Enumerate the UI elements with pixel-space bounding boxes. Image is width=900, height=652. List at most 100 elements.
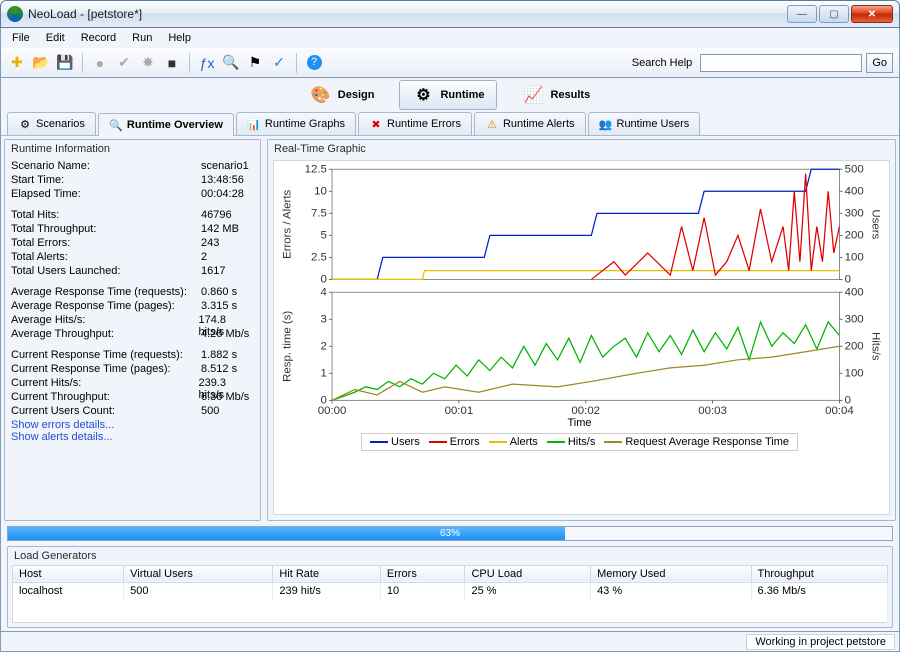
help-icon[interactable]: ?	[304, 53, 324, 73]
tab-runtime-errors[interactable]: ✖Runtime Errors	[358, 112, 472, 135]
tab-label: Runtime Overview	[127, 119, 223, 131]
info-row: Average Response Time (pages):3.315 s	[11, 300, 254, 314]
svg-text:0: 0	[845, 274, 851, 286]
info-row: Scenario Name:scenario1	[11, 160, 254, 174]
chart-panel: Real-Time Graphic 02.557.51012.501002003…	[267, 139, 896, 521]
users-icon: 👥	[599, 117, 613, 131]
section-label: Design	[338, 89, 375, 101]
statusbar: Working in project petstore	[0, 632, 900, 652]
column-header[interactable]: Memory Used	[591, 565, 751, 582]
svg-text:00:03: 00:03	[698, 405, 727, 417]
titlebar: NeoLoad - [petstore*] — ▢ ✕	[0, 0, 900, 28]
check-icon[interactable]: ✔	[114, 53, 134, 73]
status-text: Working in project petstore	[746, 634, 895, 650]
load-generators-panel: Load Generators HostVirtual UsersHit Rat…	[7, 546, 893, 629]
show-errors-link[interactable]: Show errors details...	[11, 419, 254, 431]
tab-runtime-overview[interactable]: 🔍 Runtime Overview	[98, 113, 234, 136]
column-header[interactable]: Throughput	[751, 565, 887, 582]
menu-run[interactable]: Run	[125, 30, 159, 46]
overview-icon: 🔍	[109, 118, 123, 132]
section-runtime[interactable]: ⚙ Runtime	[399, 80, 497, 110]
column-header[interactable]: Errors	[380, 565, 465, 582]
info-row: Total Users Launched:1617	[11, 265, 254, 279]
info-label: Current Response Time (pages):	[11, 363, 201, 377]
maximize-button[interactable]: ▢	[819, 5, 849, 23]
info-row: Average Hits/s:174.8 hits/s	[11, 314, 254, 328]
info-row: Start Time:13:48:56	[11, 174, 254, 188]
close-button[interactable]: ✕	[851, 5, 893, 23]
section-bar: 🎨 Design ⚙ Runtime 📈 Results	[1, 78, 899, 112]
info-value: 3.315 s	[201, 300, 237, 314]
window-buttons: — ▢ ✕	[787, 5, 893, 23]
menu-help[interactable]: Help	[161, 30, 198, 46]
svg-text:00:01: 00:01	[445, 405, 474, 417]
info-label: Start Time:	[11, 174, 201, 188]
svg-text:5: 5	[321, 229, 327, 241]
legend-item: Alerts	[489, 436, 538, 448]
tab-label: Runtime Users	[617, 118, 690, 130]
panel-title: Load Generators	[8, 547, 892, 565]
x-axis-label: Time	[278, 417, 881, 429]
tab-label: Runtime Errors	[387, 118, 461, 130]
tab-scenarios[interactable]: ⚙Scenarios	[7, 112, 96, 135]
section-results[interactable]: 📈 Results	[509, 80, 603, 110]
menu-file[interactable]: File	[5, 30, 37, 46]
save-icon[interactable]: 💾	[55, 53, 75, 73]
svg-text:3: 3	[321, 313, 327, 325]
bug-icon[interactable]: ✸	[138, 53, 158, 73]
new-icon[interactable]: ✚	[7, 53, 27, 73]
svg-text:400: 400	[845, 286, 864, 298]
load-generators-table: HostVirtual UsersHit RateErrorsCPU LoadM…	[12, 565, 888, 624]
column-header[interactable]: Host	[13, 565, 124, 582]
go-button[interactable]: Go	[866, 53, 893, 73]
menu-edit[interactable]: Edit	[39, 30, 72, 46]
info-row: Current Throughput:6.36 Mb/s	[11, 391, 254, 405]
tab-runtime-alerts[interactable]: ⚠Runtime Alerts	[474, 112, 586, 135]
column-header[interactable]: Hit Rate	[273, 565, 381, 582]
svg-text:Resp. time (s): Resp. time (s)	[281, 310, 293, 381]
tabs: ⚙Scenarios 🔍 Runtime Overview 📊Runtime Gr…	[1, 112, 899, 136]
validate-icon[interactable]: ✓	[269, 53, 289, 73]
info-label: Total Users Launched:	[11, 265, 201, 279]
tab-label: Runtime Alerts	[503, 118, 575, 130]
info-row: Total Throughput:142 MB	[11, 223, 254, 237]
panel-title: Real-Time Graphic	[268, 140, 895, 158]
info-label: Current Throughput:	[11, 391, 201, 405]
search-input[interactable]	[700, 54, 862, 72]
info-row: Average Response Time (requests):0.860 s	[11, 286, 254, 300]
flag-icon[interactable]: ⚑	[245, 53, 265, 73]
svg-text:100: 100	[845, 367, 864, 379]
open-icon[interactable]: 📂	[31, 53, 51, 73]
chart-body: 02.557.51012.50100200300400500Errors / A…	[273, 160, 890, 515]
find-icon[interactable]: 🔍	[221, 53, 241, 73]
stop-icon[interactable]: ■	[162, 53, 182, 73]
table-row[interactable]: localhost500239 hit/s1025 %43 %6.36 Mb/s	[13, 582, 888, 599]
show-alerts-link[interactable]: Show alerts details...	[11, 431, 254, 443]
menubar: File Edit Record Run Help	[0, 28, 900, 48]
info-value: 6.36 Mb/s	[201, 391, 249, 405]
info-value: 0.860 s	[201, 286, 237, 300]
tab-runtime-users[interactable]: 👥 Runtime Users	[588, 112, 701, 135]
svg-text:00:00: 00:00	[318, 405, 347, 417]
info-label: Total Errors:	[11, 237, 201, 251]
info-row: Current Response Time (requests):1.882 s	[11, 349, 254, 363]
minimize-button[interactable]: —	[787, 5, 817, 23]
fx-icon[interactable]: ƒx	[197, 53, 217, 73]
svg-text:500: 500	[845, 163, 864, 175]
svg-text:00:02: 00:02	[571, 405, 600, 417]
menu-record[interactable]: Record	[74, 30, 123, 46]
record-icon[interactable]: ●	[90, 53, 110, 73]
section-label: Results	[550, 89, 590, 101]
column-header[interactable]: CPU Load	[465, 565, 591, 582]
results-icon: 📈	[522, 84, 544, 106]
info-value: 8.512 s	[201, 363, 237, 377]
tab-label: Scenarios	[36, 118, 85, 130]
section-label: Runtime	[440, 89, 484, 101]
column-header[interactable]: Virtual Users	[124, 565, 273, 582]
table-cell: 6.36 Mb/s	[751, 582, 887, 599]
search-label: Search Help	[632, 57, 693, 69]
svg-text:2: 2	[321, 340, 327, 352]
tab-runtime-graphs[interactable]: 📊Runtime Graphs	[236, 112, 356, 135]
section-design[interactable]: 🎨 Design	[297, 80, 388, 110]
info-value: 00:04:28	[201, 188, 244, 202]
